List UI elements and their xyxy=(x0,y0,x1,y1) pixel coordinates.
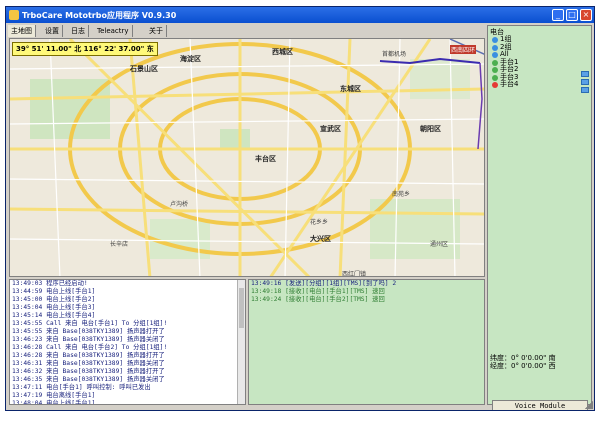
map-label: 丰台区 xyxy=(255,155,276,163)
radio-tree-item[interactable]: 手台4 xyxy=(492,80,519,89)
radio-status-icon xyxy=(492,82,498,88)
map-label: 南苑乡 xyxy=(392,191,411,198)
map-label: 通州区 xyxy=(430,241,449,248)
map-label: 宣武区 xyxy=(320,125,341,133)
position-readout: 纬度：0° 0'0.00" 南 经度：0° 0'0.00" 西 xyxy=(490,354,556,370)
tab-settings[interactable]: 设置 xyxy=(42,25,63,37)
side-tool-icon[interactable] xyxy=(581,71,589,77)
tab-log[interactable]: 日志 xyxy=(68,25,89,37)
log-line: 13:45:55 来自 Base[038TKY1389] 扬声器打开了 xyxy=(12,328,165,335)
event-log-lines: 13:49:03 程序已经启动! 13:44:59 电台上线[手台1] 13:45:… xyxy=(10,280,245,405)
log-line: 13:49:18 [接收][电台][手台1][TMS] 速回 xyxy=(251,288,385,295)
scrollbar-thumb[interactable] xyxy=(239,288,244,328)
voice-module-button[interactable]: Voice Module xyxy=(492,400,588,410)
message-log[interactable]: 13:49:16 [发送][分组][1组][TMS][到了吗] 2 13:49:1… xyxy=(248,279,485,405)
minimize-button[interactable]: _ xyxy=(552,9,564,21)
radio-status-icon xyxy=(492,44,498,51)
map-label: 东城区 xyxy=(340,85,361,93)
map-label: 长辛店 xyxy=(110,241,129,248)
log-line: 13:49:24 [接收][电台][手台2][TMS] 速回 xyxy=(251,296,385,303)
log-line: 13:48:04 电台上线[手台1] xyxy=(12,400,96,405)
log-line: 13:49:03 程序已经启动! xyxy=(12,280,88,287)
title-bar[interactable]: TrboCare Mototrbo应用程序 V0.9.30 _ □ × xyxy=(6,7,594,23)
close-button[interactable]: × xyxy=(580,9,592,21)
map-label: 西红门镇 xyxy=(342,271,367,277)
radio-status-icon xyxy=(492,74,498,81)
map-label: 西城区 xyxy=(272,48,293,56)
radio-tree[interactable]: 1组 2组 All 手台1 手台2 手台3 手台4 xyxy=(492,35,519,89)
longitude-readout: 经度：0° 0'0.00" 西 xyxy=(490,362,556,370)
maximize-button[interactable]: □ xyxy=(566,9,578,21)
map-label: 首都机场 xyxy=(382,51,407,58)
map-roads xyxy=(10,39,484,276)
log-line: 13:47:19 电台离线[手台1] xyxy=(12,392,96,399)
log-line: 13:45:04 电台上线[手台3] xyxy=(12,304,96,311)
log-line: 13:46:28 来自 Base[038TKY1389] 扬声器打开了 xyxy=(12,352,165,359)
log-line: 13:46:28 Call 来自 电台[手台2] To 分组[1组]! xyxy=(12,344,168,351)
radio-tree-label: 手台4 xyxy=(500,80,519,88)
map-view[interactable]: 39° 51' 11.00" 北 116° 22' 37.00" 东 石景山区 … xyxy=(9,38,485,277)
tab-main-map[interactable]: 主地图 xyxy=(8,25,36,37)
radio-status-icon xyxy=(492,59,498,66)
map-label: 大兴区 xyxy=(310,235,331,243)
map-label: 卢沟桥 xyxy=(170,201,189,208)
latitude-readout: 纬度：0° 0'0.00" 南 xyxy=(490,354,556,362)
tab-teleactry[interactable]: Teleactry xyxy=(94,25,133,37)
radio-status-icon xyxy=(492,52,498,58)
window-title: TrboCare Mototrbo应用程序 V0.9.30 xyxy=(22,11,177,20)
resize-grip[interactable] xyxy=(585,401,593,409)
radio-panel: 电台 1组 2组 All 手台1 手台2 手台3 手台4 纬度：0° 0'0.00" 南 经… xyxy=(487,25,592,410)
coordinate-readout: 39° 51' 11.00" 北 116° 22' 37.00" 东 xyxy=(12,42,158,56)
side-tool-icon[interactable] xyxy=(581,79,589,85)
map-label: 花乡乡 xyxy=(310,219,329,226)
side-tool-icon[interactable] xyxy=(581,87,589,93)
radio-status-icon xyxy=(492,67,498,73)
radio-status-icon xyxy=(492,37,498,43)
app-icon xyxy=(9,10,19,20)
log-line: 13:46:32 来自 Base[038TKY1389] 扬声器打开了 xyxy=(12,368,165,375)
app-window: TrboCare Mototrbo应用程序 V0.9.30 _ □ × 主地图 … xyxy=(5,6,595,411)
message-log-lines: 13:49:16 [发送][分组][1组][TMS][到了吗] 2 13:49:1… xyxy=(249,280,484,304)
log-line: 13:47:11 电台[手台1] 呼叫控制: 呼叫已发出 xyxy=(12,384,151,391)
log-line: 13:46:35 来自 Base[038TKY1389] 扬声器关闭了 xyxy=(12,376,165,383)
log-line: 13:45:00 电台上线[手台2] xyxy=(12,296,96,303)
event-log[interactable]: 13:49:03 程序已经启动! 13:44:59 电台上线[手台1] 13:45:… xyxy=(9,279,246,405)
tab-about[interactable]: 关于 xyxy=(146,25,167,37)
map-label: 西南四环 xyxy=(450,45,477,54)
map-label: 朝阳区 xyxy=(420,125,441,133)
map-label: 石景山区 xyxy=(130,65,158,73)
map-label: 海淀区 xyxy=(180,55,201,63)
log-line: 13:46:31 来自 Base[038TKY1389] 扬声器关闭了 xyxy=(12,360,165,367)
log-line: 13:49:16 [发送][分组][1组][TMS][到了吗] 2 xyxy=(251,280,397,287)
log-line: 13:45:55 Call 来自 电台[手台1] To 分组[1组]! xyxy=(12,320,168,327)
log-line: 13:45:14 电台上线[手台4] xyxy=(12,312,96,319)
log-line: 13:46:23 来自 Base[038TKY1389] 扬声器关闭了 xyxy=(12,336,165,343)
event-log-scrollbar[interactable] xyxy=(237,280,245,404)
log-line: 13:44:59 电台上线[手台1] xyxy=(12,288,96,295)
